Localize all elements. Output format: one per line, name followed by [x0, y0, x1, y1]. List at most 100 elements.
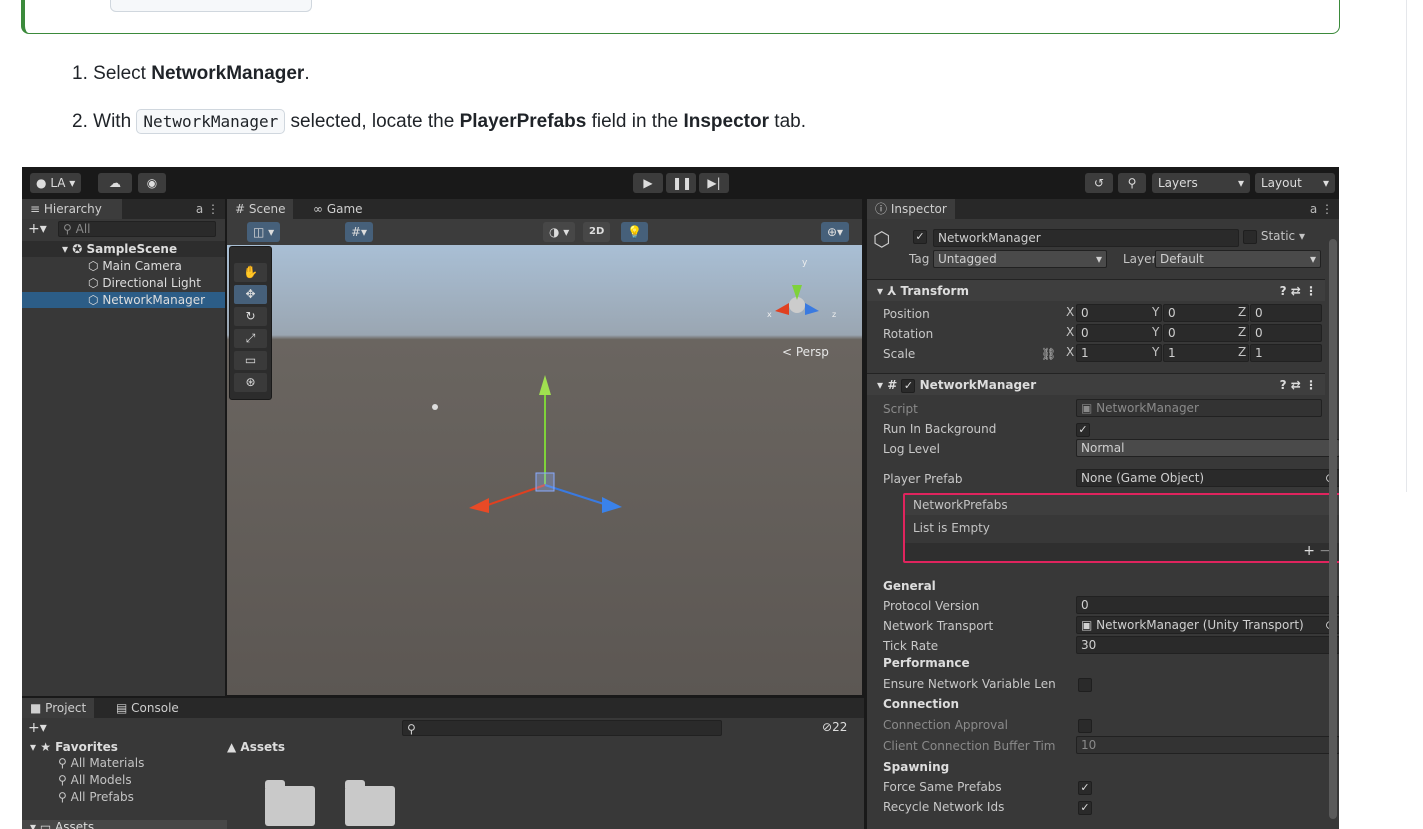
- layers-dropdown[interactable]: Layers ▾: [1152, 173, 1250, 193]
- scale-tool[interactable]: ⤢: [234, 329, 267, 348]
- rotation-y-field[interactable]: 0: [1163, 324, 1249, 342]
- component-menu-icon[interactable]: ? ⇄ ⋮: [1280, 374, 1317, 396]
- scene-row[interactable]: ▾ ✪ SampleScene: [22, 241, 225, 257]
- hierarchy-search-input[interactable]: ⚲ All: [58, 221, 216, 237]
- tab-inspector[interactable]: ⓘ Inspector: [867, 199, 955, 219]
- force-same-prefabs-checkbox[interactable]: ✓: [1078, 780, 1092, 795]
- network-prefabs-list-header[interactable]: NetworkPrefabs: [905, 495, 1339, 515]
- note-inline-code: [110, 0, 312, 12]
- favorite-all-models[interactable]: ⚲ All Models: [58, 773, 132, 787]
- run-in-background-label: Run In Background: [883, 422, 997, 436]
- transform-tool[interactable]: ⊛: [234, 373, 267, 392]
- scale-y-field[interactable]: 1: [1163, 344, 1249, 362]
- position-y-field[interactable]: 0: [1163, 304, 1249, 322]
- tab-console[interactable]: ▤ Console: [108, 698, 187, 718]
- protocol-version-field[interactable]: 0: [1076, 596, 1339, 614]
- tab-hierarchy[interactable]: ≡ Hierarchy: [22, 199, 122, 219]
- snap-button[interactable]: #▾: [345, 222, 374, 242]
- position-y-label: Y: [1152, 305, 1160, 319]
- link-icon[interactable]: ⛓: [1041, 345, 1056, 363]
- rect-tool[interactable]: ▭: [234, 351, 267, 370]
- gizmo-x-label: x: [767, 310, 772, 319]
- position-z-label: Z: [1238, 305, 1247, 319]
- lock-icon[interactable]: a ⋮: [1310, 202, 1333, 216]
- search-button[interactable]: ⚲: [1118, 173, 1146, 193]
- hierarchy-item-main-camera[interactable]: ⬡ Main Camera: [22, 258, 225, 274]
- assets-breadcrumb[interactable]: ▲ Assets: [227, 740, 285, 754]
- hand-tool[interactable]: ✋: [234, 263, 267, 282]
- tick-rate-field[interactable]: 30: [1076, 636, 1339, 654]
- tab-game[interactable]: ∞ Game: [305, 199, 371, 219]
- network-transport-field[interactable]: ▣ NetworkManager (Unity Transport)⊙: [1076, 616, 1339, 634]
- folder-icon[interactable]: [265, 780, 315, 826]
- networkmanager-header[interactable]: ▾ # ✓ NetworkManager? ⇄ ⋮: [867, 373, 1325, 395]
- object-name-input[interactable]: NetworkManager: [933, 229, 1239, 247]
- position-z-field[interactable]: 0: [1250, 304, 1322, 322]
- layer-dropdown[interactable]: Default ▾: [1155, 250, 1321, 268]
- transform-icon: ▾ ⅄: [877, 284, 897, 298]
- cloud-button[interactable]: ☁: [98, 173, 132, 193]
- position-x-field[interactable]: 0: [1076, 304, 1162, 322]
- favorites-header[interactable]: ▾ ★ Favorites: [30, 740, 118, 754]
- folder-icon[interactable]: [345, 780, 395, 826]
- inspector-tabbar: ⓘ Inspector a ⋮: [867, 199, 1339, 219]
- collab-button[interactable]: ◉: [138, 173, 166, 193]
- scene-viewport[interactable]: y x z < Persp: [227, 245, 862, 695]
- pause-button[interactable]: ❚❚: [666, 173, 696, 193]
- log-level-dropdown[interactable]: Normal▾: [1076, 439, 1339, 457]
- shading-dropdown[interactable]: ◑ ▾: [543, 222, 576, 242]
- hierarchy-item-directional-light[interactable]: ⬡ Directional Light: [22, 275, 225, 291]
- component-menu-icon[interactable]: ? ⇄ ⋮: [1280, 280, 1317, 302]
- move-tool[interactable]: ✥: [234, 285, 267, 304]
- cloud-icon: ☁: [109, 176, 121, 190]
- gizmo-tool-button[interactable]: ◫ ▾: [247, 222, 281, 242]
- ensure-network-variable-checkbox[interactable]: [1078, 677, 1092, 692]
- play-button[interactable]: ▶: [633, 173, 663, 193]
- step-1-bold: NetworkManager: [151, 63, 305, 84]
- tag-dropdown[interactable]: Untagged ▾: [933, 250, 1107, 268]
- add-button[interactable]: +▾: [28, 221, 47, 237]
- add-element-button[interactable]: +: [1303, 543, 1315, 559]
- persp-label[interactable]: < Persp: [782, 345, 829, 359]
- gizmos-dropdown[interactable]: ⊕▾: [821, 222, 850, 242]
- move-icon: ✥: [245, 287, 256, 301]
- tab-scene[interactable]: # Scene: [227, 199, 294, 219]
- transform-header[interactable]: ▾ ⅄ Transform? ⇄ ⋮: [867, 279, 1325, 301]
- tab-project[interactable]: ■ Project: [22, 698, 95, 718]
- connection-approval-checkbox[interactable]: [1078, 718, 1092, 733]
- assets-tree-row[interactable]: ▾ ▭ Assets: [22, 820, 227, 829]
- run-in-background-checkbox[interactable]: ✓: [1076, 422, 1090, 437]
- console-icon: ▤: [116, 701, 128, 715]
- client-buffer-field[interactable]: 10: [1076, 736, 1339, 754]
- active-checkbox[interactable]: ✓: [913, 229, 927, 244]
- history-button[interactable]: ↺: [1085, 173, 1113, 193]
- list-empty-label: List is Empty: [913, 521, 990, 535]
- project-search-input[interactable]: ⚲: [402, 720, 722, 736]
- inspector-scrollbar[interactable]: [1329, 239, 1337, 819]
- general-section-title: General: [883, 579, 936, 593]
- rotation-z-field[interactable]: 0: [1250, 324, 1322, 342]
- lighting-toggle[interactable]: 💡: [621, 222, 648, 242]
- step-button[interactable]: ▶|: [699, 173, 729, 193]
- rotate-tool[interactable]: ↻: [234, 307, 267, 326]
- rotation-x-field[interactable]: 0: [1076, 324, 1162, 342]
- force-same-prefabs-label: Force Same Prefabs: [883, 780, 1002, 794]
- play-icon: ▶: [643, 176, 653, 190]
- account-icon: ●: [36, 176, 47, 190]
- hierarchy-item-networkmanager[interactable]: ⬡ NetworkManager: [22, 292, 225, 308]
- hidden-packages-count[interactable]: ⊘22: [822, 720, 847, 734]
- scale-x-field[interactable]: 1: [1076, 344, 1162, 362]
- 2d-toggle[interactable]: 2D: [583, 222, 611, 242]
- player-prefab-field[interactable]: None (Game Object)⊙: [1076, 469, 1339, 487]
- layout-dropdown[interactable]: Layout ▾: [1255, 173, 1335, 193]
- favorite-all-materials[interactable]: ⚲ All Materials: [58, 756, 144, 770]
- project-add-button[interactable]: +▾: [28, 720, 47, 736]
- scale-z-field[interactable]: 1: [1250, 344, 1322, 362]
- lock-icon[interactable]: a ⋮: [196, 202, 219, 216]
- hierarchy-tabbar: ≡ Hierarchy a ⋮: [22, 199, 225, 219]
- favorite-all-prefabs[interactable]: ⚲ All Prefabs: [58, 790, 134, 804]
- static-toggle[interactable]: Static ▾: [1243, 229, 1305, 244]
- recycle-network-ids-checkbox[interactable]: ✓: [1078, 800, 1092, 815]
- account-button[interactable]: ● LA ▾: [30, 173, 82, 193]
- gameobject-icon: ⬡: [873, 227, 891, 251]
